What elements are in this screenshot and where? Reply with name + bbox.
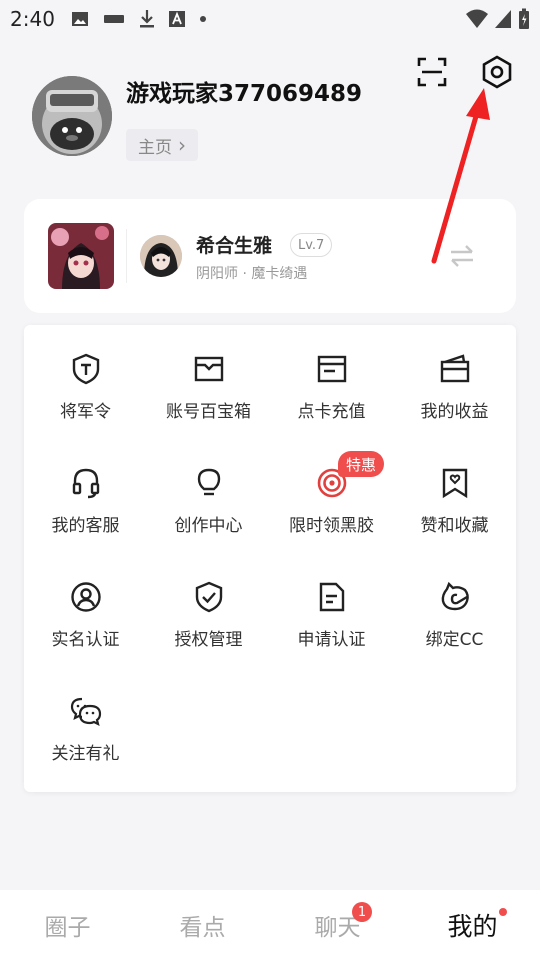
grid-label: 点卡充值 [297,402,366,422]
grid-item-account-treasure[interactable]: 账号百宝箱 [147,325,270,439]
game-role-card[interactable]: 希合生雅 Lv.7 阴阳师 · 魔卡绮遇 [24,199,516,313]
grid-label: 将军令 [60,402,111,422]
notification-dot [499,908,507,916]
status-time: 2:40 [10,7,55,31]
lightbulb-icon [197,468,220,496]
card-divider [126,229,127,283]
tab-label: 我的 [447,912,498,941]
system-icons [466,8,530,30]
tab-highlights[interactable]: 看点 [135,890,270,960]
chat-unread-badge: 1 [352,902,372,922]
grid-item-general-token[interactable]: 将军令 [24,325,147,439]
grid-item-bind-cc[interactable]: 绑定CC [393,553,516,667]
signal-icon [495,10,511,28]
shield-t-icon [72,353,99,385]
a-icon [168,11,185,27]
dot-icon [199,16,206,22]
grid-label: 授权管理 [174,630,243,650]
avatar-image [32,76,112,156]
treasure-box-icon [194,356,223,382]
scan-button[interactable] [416,56,448,88]
wallet-icon [440,354,469,383]
grid-item-likes-favorites[interactable]: 赞和收藏 [393,439,516,553]
grid-label: 限时领黑胶 [289,516,374,536]
game-art-image [48,223,114,289]
grid-label: 我的收益 [420,402,489,422]
level-badge: Lv.7 [290,233,333,257]
grid-item-my-earnings[interactable]: 我的收益 [393,325,516,439]
scan-icon [417,57,447,87]
avatar[interactable] [32,76,112,156]
tab-me[interactable]: 我的 [405,890,540,960]
promo-badge: 特惠 [338,451,385,477]
wechat-icon [70,697,101,727]
grid-item-card-recharge[interactable]: 点卡充值 [270,325,393,439]
function-grid: 将军令 账号百宝箱 点卡充值 我的收益 我的客服 创作中心 限时领黑胶 赞和收藏… [24,325,516,792]
grid-label: 申请认证 [297,630,366,650]
settings-button[interactable] [480,55,514,89]
grid-item-follow-gift[interactable]: 关注有礼 [24,667,147,781]
shield-check-icon [195,581,222,613]
username: 游戏玩家377069489 [126,81,363,107]
switch-role-button[interactable] [448,243,476,269]
user-circle-icon [70,582,101,612]
battery-icon [519,8,529,29]
character-avatar [140,235,182,277]
settings-icon [482,55,512,89]
grid-label: 我的客服 [51,516,120,536]
character-avatar-image [140,235,182,277]
grid-item-customer-service[interactable]: 我的客服 [24,439,147,553]
grid-label: 赞和收藏 [420,516,489,536]
grid-label: 关注有礼 [51,744,120,764]
cc-icon [441,581,469,611]
game-thumbnail [48,223,114,289]
grid-label: 账号百宝箱 [166,402,251,422]
grid-label: 创作中心 [174,516,243,536]
document-icon [319,582,344,612]
tab-circle[interactable]: 圈子 [0,890,135,960]
home-label: 主页 [138,137,172,158]
image-icon [71,12,88,26]
bookmark-heart-icon [442,468,467,499]
swap-icon [451,245,473,267]
status-bar: 2:40 [0,0,540,38]
grid-label: 绑定CC [425,630,484,650]
grid-item-apply-verification[interactable]: 申请认证 [270,553,393,667]
grid-item-creator-center[interactable]: 创作中心 [147,439,270,553]
home-button[interactable]: 主页 › [126,129,198,161]
chevron-right-icon: › [178,133,186,157]
wifi-icon [466,9,488,28]
headset-icon [72,468,99,499]
download-icon [139,10,154,28]
character-subtitle: 阴阳师 · 魔卡绮遇 [196,266,308,282]
grid-item-real-name[interactable]: 实名认证 [24,553,147,667]
bottom-nav: 圈子 看点 聊天 1 我的 [0,890,540,960]
grid-item-authorization[interactable]: 授权管理 [147,553,270,667]
notification-icons [71,9,207,29]
grid-label: 实名认证 [51,630,120,650]
tab-label: 圈子 [44,915,91,941]
tab-chat[interactable]: 聊天 1 [270,890,405,960]
tab-label: 看点 [179,915,226,941]
card-icon [317,355,346,383]
app-icon [103,15,124,23]
character-name: 希合生雅 [196,235,273,257]
